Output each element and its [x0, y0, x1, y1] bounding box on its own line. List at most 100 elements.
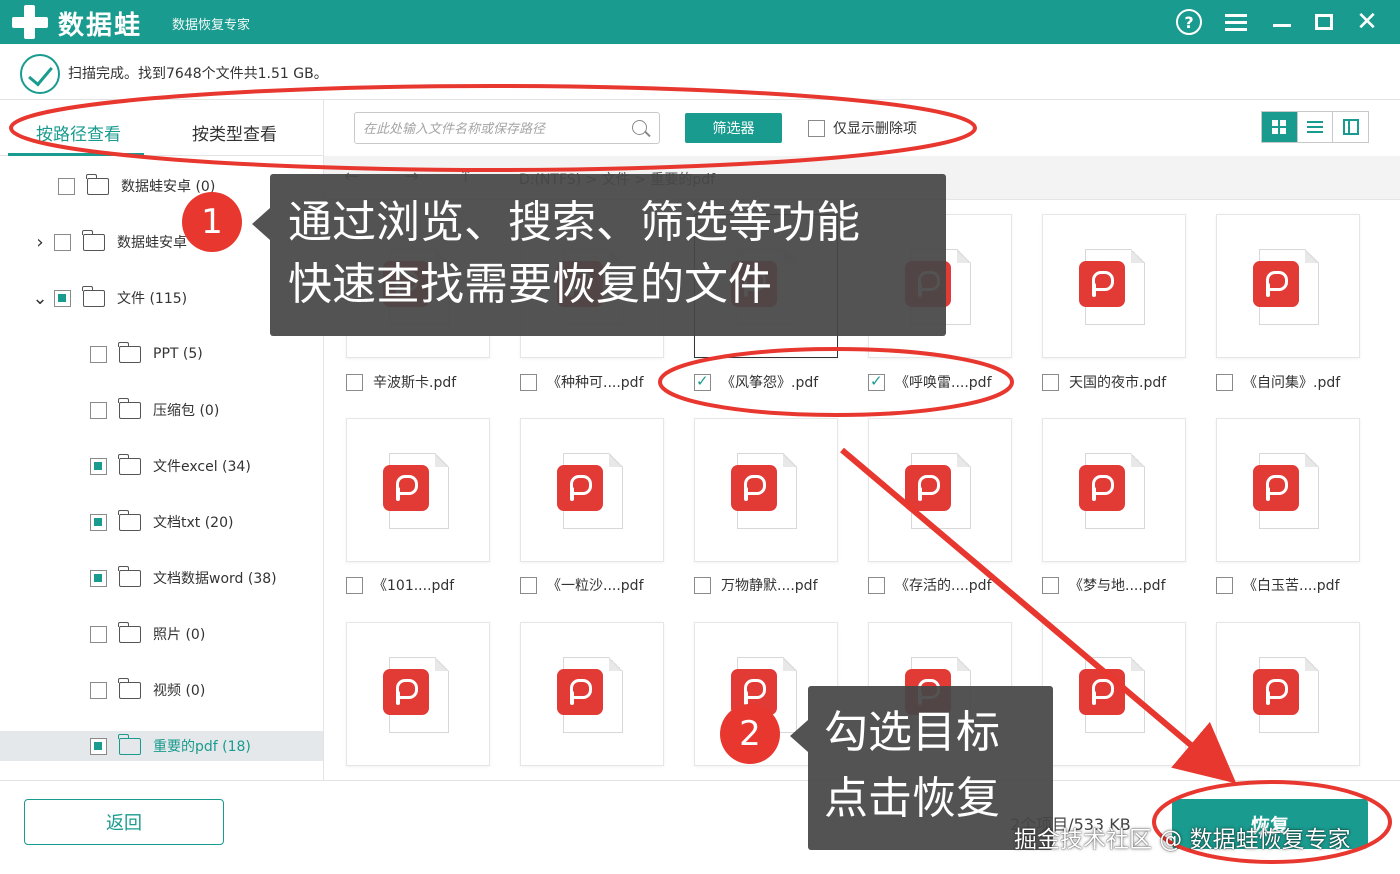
maximize-icon[interactable] — [1308, 6, 1340, 38]
list-view-icon — [1307, 118, 1323, 136]
menu-icon[interactable] — [1220, 6, 1252, 38]
file-item[interactable]: 万物静默....pdf — [694, 574, 862, 596]
pdf-file-icon — [1079, 453, 1147, 531]
file-thumbnail[interactable] — [1042, 622, 1186, 766]
search-box[interactable] — [354, 112, 660, 144]
folder-icon — [118, 341, 141, 363]
help-icon[interactable]: ? — [1173, 6, 1205, 38]
tree-item-checkbox[interactable] — [90, 569, 107, 587]
close-icon[interactable]: ✕ — [1351, 6, 1383, 38]
expand-toggle-icon[interactable]: › — [32, 232, 48, 253]
deleted-only-toggle[interactable]: 仅显示删除项 — [808, 118, 917, 138]
tree-item-checkbox[interactable] — [90, 345, 107, 363]
file-item[interactable]: 《呼唤雷....pdf — [868, 371, 1036, 393]
file-checkbox[interactable] — [520, 373, 537, 391]
file-checkbox[interactable] — [1042, 576, 1059, 594]
tree-item[interactable]: 重要的pdf (18) — [0, 731, 323, 761]
file-name: 《种种可....pdf — [547, 375, 644, 391]
file-name: 《存活的....pdf — [895, 578, 992, 594]
file-item[interactable]: 《种种可....pdf — [520, 371, 688, 393]
file-item[interactable]: 《白玉苦....pdf — [1216, 574, 1384, 596]
detail-view-button[interactable] — [1333, 112, 1369, 142]
tree-item[interactable]: 视频 (0) — [90, 675, 205, 705]
file-name: 《呼唤雷....pdf — [895, 375, 992, 391]
pdf-file-icon — [905, 453, 973, 531]
tree-item[interactable]: › 数据蛙安卓 — [32, 227, 187, 257]
tree-item-checkbox[interactable] — [54, 289, 71, 307]
tree-item[interactable]: ⌄ 文件 (115) — [32, 283, 187, 313]
file-thumbnail[interactable] — [1216, 214, 1360, 358]
file-thumbnail[interactable] — [1216, 622, 1360, 766]
folder-icon — [118, 509, 141, 531]
tree-item-checkbox[interactable] — [90, 457, 107, 475]
file-thumbnail[interactable] — [1216, 418, 1360, 562]
callout-1-line-1: 通过浏览、搜索、筛选等功能 — [288, 197, 860, 248]
list-view-button[interactable] — [1297, 112, 1334, 142]
file-thumbnail[interactable] — [346, 622, 490, 766]
tree-item[interactable]: 文件excel (34) — [90, 451, 251, 481]
expand-toggle-icon[interactable]: ⌄ — [32, 288, 48, 309]
file-thumbnail[interactable] — [520, 622, 664, 766]
file-name: 《101....pdf — [373, 578, 455, 594]
minimize-icon[interactable] — [1266, 6, 1298, 38]
folder-icon — [118, 733, 141, 755]
file-checkbox[interactable] — [346, 373, 363, 391]
tree-item[interactable]: 压缩包 (0) — [90, 395, 219, 425]
file-checkbox[interactable] — [520, 576, 537, 594]
file-checkbox[interactable] — [694, 372, 711, 391]
tree-item[interactable]: 文档数据word (38) — [90, 563, 277, 593]
pdf-file-icon — [383, 657, 451, 735]
file-item[interactable]: 《梦与地....pdf — [1042, 574, 1210, 596]
folder-icon — [118, 397, 141, 419]
tree-item[interactable]: 文档txt (20) — [90, 507, 233, 537]
tree-item-checkbox[interactable] — [90, 681, 107, 699]
file-thumbnail[interactable] — [346, 418, 490, 562]
tree-item-checkbox[interactable] — [90, 513, 107, 531]
file-item[interactable]: 《101....pdf — [346, 574, 514, 596]
file-thumbnail[interactable] — [1042, 214, 1186, 358]
callout-2-line-1: 勾选目标 — [824, 707, 1000, 758]
tree-item-checkbox[interactable] — [90, 737, 107, 755]
pdf-file-icon — [1079, 657, 1147, 735]
tree-item-checkbox[interactable] — [90, 625, 107, 643]
grid-view-button[interactable] — [1262, 112, 1298, 142]
back-button[interactable]: 返回 — [24, 799, 224, 845]
filter-button[interactable]: 筛选器 — [685, 113, 782, 143]
file-item[interactable]: 天国的夜市.pdf — [1042, 371, 1210, 393]
tree-item-checkbox[interactable] — [90, 401, 107, 419]
search-input[interactable] — [363, 119, 623, 139]
tree-item-checkbox[interactable] — [54, 233, 71, 251]
search-icon[interactable] — [632, 120, 647, 135]
tab-by-path[interactable]: 按路径查看 — [36, 120, 121, 145]
tree-item[interactable]: 数据蛙安卓 (0) — [58, 171, 215, 201]
file-checkbox[interactable] — [694, 576, 711, 594]
file-item[interactable]: 辛波斯卡.pdf — [346, 371, 514, 393]
file-thumbnail[interactable] — [868, 418, 1012, 562]
file-thumbnail[interactable] — [1042, 418, 1186, 562]
tab-by-type[interactable]: 按类型查看 — [192, 120, 277, 145]
file-checkbox[interactable] — [868, 372, 885, 391]
file-item[interactable]: 《风筝怨》.pdf — [694, 371, 862, 393]
file-item[interactable]: 《一粒沙....pdf — [520, 574, 688, 596]
file-item[interactable]: 《存活的....pdf — [868, 574, 1036, 596]
active-tab-indicator — [8, 153, 144, 156]
tree-item[interactable]: 照片 (0) — [90, 619, 205, 649]
deleted-only-checkbox[interactable] — [808, 119, 825, 137]
file-checkbox[interactable] — [1042, 373, 1059, 391]
file-name: 天国的夜市.pdf — [1069, 375, 1167, 391]
pdf-file-icon — [1253, 249, 1321, 327]
step-badge-2: 2 — [720, 704, 780, 764]
tree-item-label: PPT (5) — [153, 346, 203, 362]
file-checkbox[interactable] — [1216, 576, 1233, 594]
file-item[interactable]: 《自问集》.pdf — [1216, 371, 1384, 393]
file-thumbnail[interactable] — [520, 418, 664, 562]
file-checkbox[interactable] — [346, 576, 363, 594]
view-mode-tabs: 按路径查看 按类型查看 — [0, 100, 324, 156]
tree-item-checkbox[interactable] — [58, 177, 75, 195]
file-checkbox[interactable] — [1216, 373, 1233, 391]
file-thumbnail[interactable] — [694, 418, 838, 562]
tree-item[interactable]: PPT (5) — [90, 339, 203, 369]
file-name: 《梦与地....pdf — [1069, 578, 1166, 594]
tree-item-label: 视频 (0) — [153, 683, 206, 699]
file-checkbox[interactable] — [868, 576, 885, 594]
